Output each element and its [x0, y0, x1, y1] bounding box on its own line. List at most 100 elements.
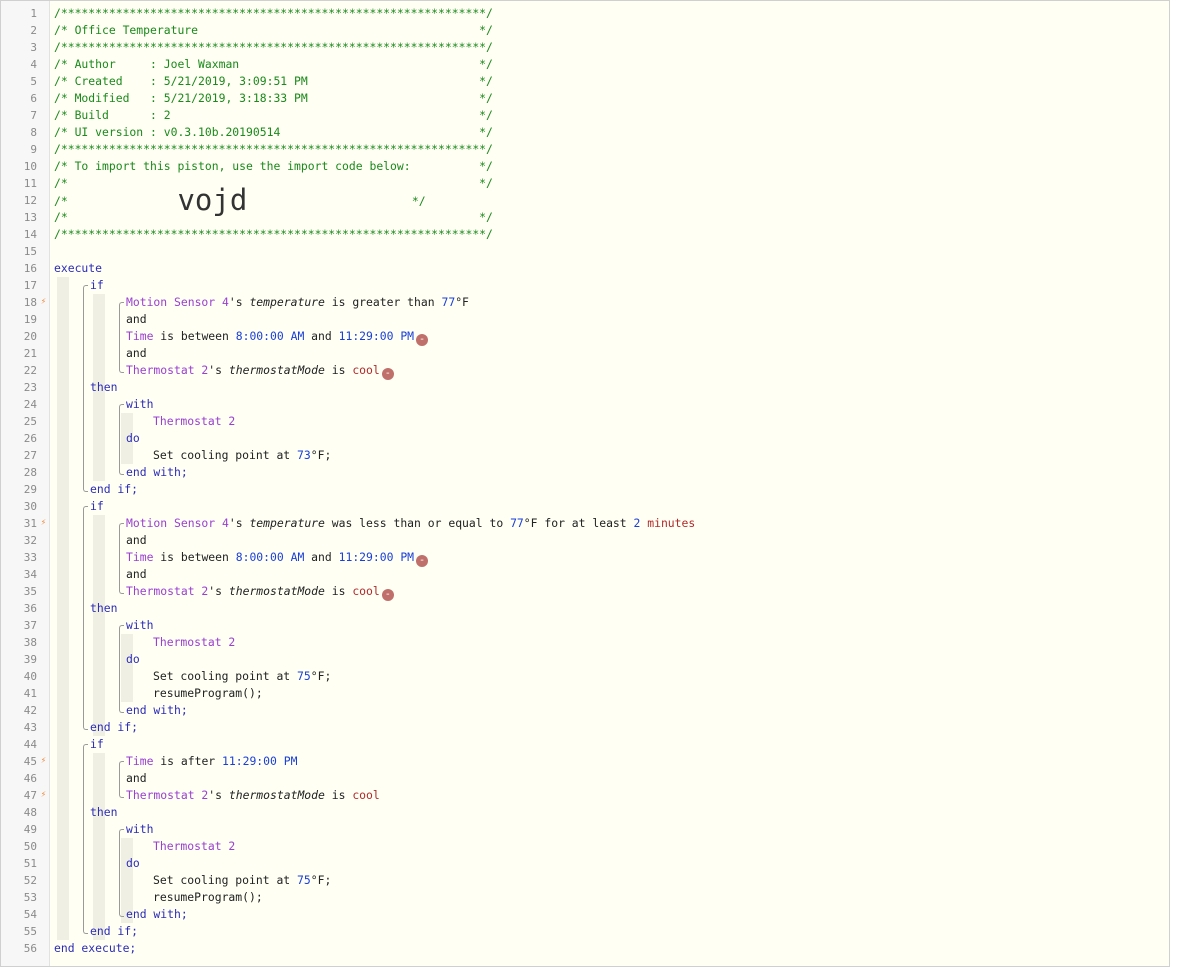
code-token: Set cooling point at	[153, 873, 298, 887]
keyword-token: do	[126, 856, 140, 870]
code-line: end with;	[126, 702, 188, 719]
code-line: and	[126, 345, 147, 362]
code-line: /* Modified : 5/21/2019, 3:18:33 PM */	[54, 90, 493, 107]
code-token: is between	[153, 550, 236, 564]
keyword-token: with	[126, 397, 154, 411]
code-line: if	[90, 736, 104, 753]
code-token: cool	[352, 363, 380, 377]
code-line: Thermostat 2's thermostatMode is cool -	[126, 362, 394, 380]
remove-condition-icon[interactable]: -	[416, 334, 429, 346]
code-line: end if;	[90, 481, 138, 498]
comment-token: /***************************************…	[54, 227, 493, 241]
code-line: then	[90, 379, 117, 396]
block-bracket	[119, 829, 124, 917]
keyword-token: if	[90, 278, 104, 292]
keyword-token: then	[90, 805, 118, 819]
keyword-token: end execute;	[54, 941, 137, 955]
code-token: °F;	[310, 448, 332, 462]
code-token: Set cooling point at	[153, 669, 298, 683]
code-line: /* Office Temperature */	[54, 22, 493, 39]
code-line: Thermostat 2's thermostatMode is cool -	[126, 583, 394, 601]
code-line: then	[90, 804, 117, 821]
code-line: do	[126, 430, 140, 447]
code-line: resumeProgram();	[153, 685, 263, 702]
comment-token: */	[247, 194, 426, 208]
code-line: do	[126, 855, 140, 872]
piston-code-editor: 1 2 3 4 5 6 7 8 9 10 11 12 13 14 15 16 17 18 ⚡ 19 20 21 22 23 24…	[0, 0, 1170, 967]
code-line: /* Author : Joel Waxman */	[54, 56, 493, 73]
code-line: do	[126, 651, 140, 668]
code-line: Set cooling point at 75°F;	[153, 872, 331, 889]
code-token: and	[126, 312, 147, 326]
code-token: and	[304, 550, 339, 564]
code-token: 's	[228, 516, 250, 530]
code-line: /* vojd */	[54, 186, 426, 215]
keyword-token: execute	[54, 261, 103, 275]
comment-token: /*	[54, 194, 178, 208]
device-token: Time	[126, 329, 154, 343]
keyword-token: end if;	[90, 924, 139, 938]
code-token: 's	[228, 295, 250, 309]
device-token: Thermostat 2	[153, 839, 236, 853]
code-line: end if;	[90, 719, 138, 736]
code-line: end if;	[90, 923, 138, 940]
code-line: Time is between 8:00:00 AM and 11:29:00 …	[126, 328, 429, 346]
code-token: 73	[297, 448, 311, 462]
code-line: and	[126, 311, 147, 328]
code-token: 's	[208, 363, 229, 377]
device-token: Time	[126, 550, 154, 564]
code-token: 8:00:00 AM	[235, 329, 305, 343]
block-bracket	[119, 523, 124, 594]
block-bracket	[119, 302, 124, 373]
comment-token: /* */	[54, 176, 493, 190]
remove-condition-icon[interactable]: -	[381, 368, 394, 380]
code-token: temperature	[249, 516, 325, 530]
code-line: and	[126, 770, 147, 787]
code-token: and	[304, 329, 339, 343]
device-token: Motion Sensor 4	[126, 516, 229, 530]
keyword-token: do	[126, 431, 140, 445]
code-line: then	[90, 600, 117, 617]
comment-token: /* Author : Joel Waxman */	[54, 57, 493, 71]
code-line: /* To import this piston, use the import…	[54, 158, 493, 175]
remove-condition-icon[interactable]: -	[381, 589, 394, 601]
code-token: is	[324, 363, 353, 377]
code-token: was less than or equal to	[324, 516, 511, 530]
comment-token: /* Office Temperature */	[54, 23, 493, 37]
device-token: Thermostat 2	[126, 584, 209, 598]
keyword-token: end with;	[126, 703, 188, 717]
code-token: °F for at least	[523, 516, 634, 530]
code-line: Thermostat 2	[153, 634, 235, 651]
code-token: is after	[153, 754, 223, 768]
code-line: and	[126, 566, 147, 583]
code-token: and	[126, 771, 147, 785]
code-token: Set cooling point at	[153, 448, 298, 462]
code-line: end execute;	[54, 940, 136, 957]
device-token: Thermostat 2	[153, 635, 236, 649]
code-line: resumeProgram();	[153, 889, 263, 906]
block-bracket	[119, 761, 124, 798]
code-line: if	[90, 498, 104, 515]
code-line: Motion Sensor 4's temperature was less t…	[126, 515, 695, 532]
code-token: resumeProgram();	[153, 890, 263, 904]
comment-token: /***************************************…	[54, 40, 493, 54]
block-indent-rail	[93, 515, 105, 736]
code-line: with	[126, 617, 153, 634]
code-line: Thermostat 2's thermostatMode is cool	[126, 787, 380, 804]
remove-condition-icon[interactable]: -	[416, 555, 429, 567]
comment-token: /* Modified : 5/21/2019, 3:18:33 PM */	[54, 91, 493, 105]
code-line: /***************************************…	[54, 226, 493, 243]
code-token: temperature	[249, 295, 325, 309]
code-line: and	[126, 532, 147, 549]
block-bracket	[119, 404, 124, 475]
code-line: Thermostat 2	[153, 413, 235, 430]
code-line: /***************************************…	[54, 39, 493, 56]
code-line: with	[126, 821, 153, 838]
keyword-token: end with;	[126, 465, 188, 479]
code-line: Set cooling point at 75°F;	[153, 668, 331, 685]
code-token: thermostatMode	[228, 584, 325, 598]
code-line: end with;	[126, 464, 188, 481]
comment-token: /* Build : 2 */	[54, 108, 493, 122]
device-token: Thermostat 2	[153, 414, 236, 428]
code-line: if	[90, 277, 104, 294]
